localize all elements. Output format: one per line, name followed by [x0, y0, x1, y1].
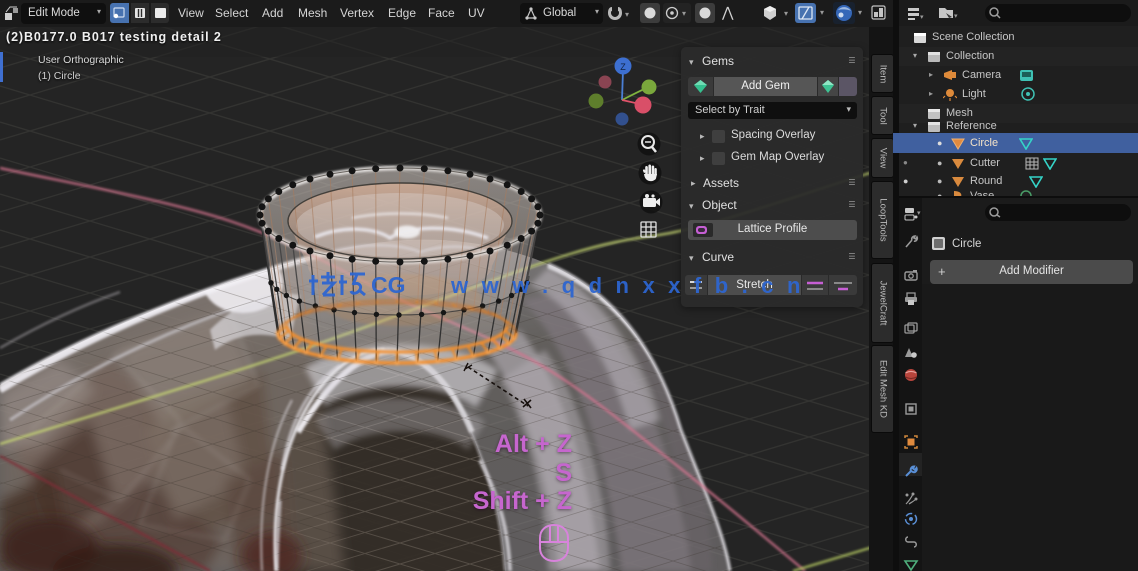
svg-text:▾: ▾ [920, 14, 924, 21]
svg-text:Z: Z [620, 62, 626, 72]
svg-text:▾: ▾ [682, 9, 686, 18]
svg-text:▾: ▾ [917, 210, 921, 217]
svg-text:CG: CG [371, 272, 406, 298]
svg-text:▾: ▾ [625, 10, 629, 19]
svg-text:▾: ▾ [784, 9, 788, 18]
svg-text:▾: ▾ [954, 13, 958, 20]
svg-text:www.qdnxxfb.cn: www.qdnxxfb.cn [450, 273, 814, 298]
